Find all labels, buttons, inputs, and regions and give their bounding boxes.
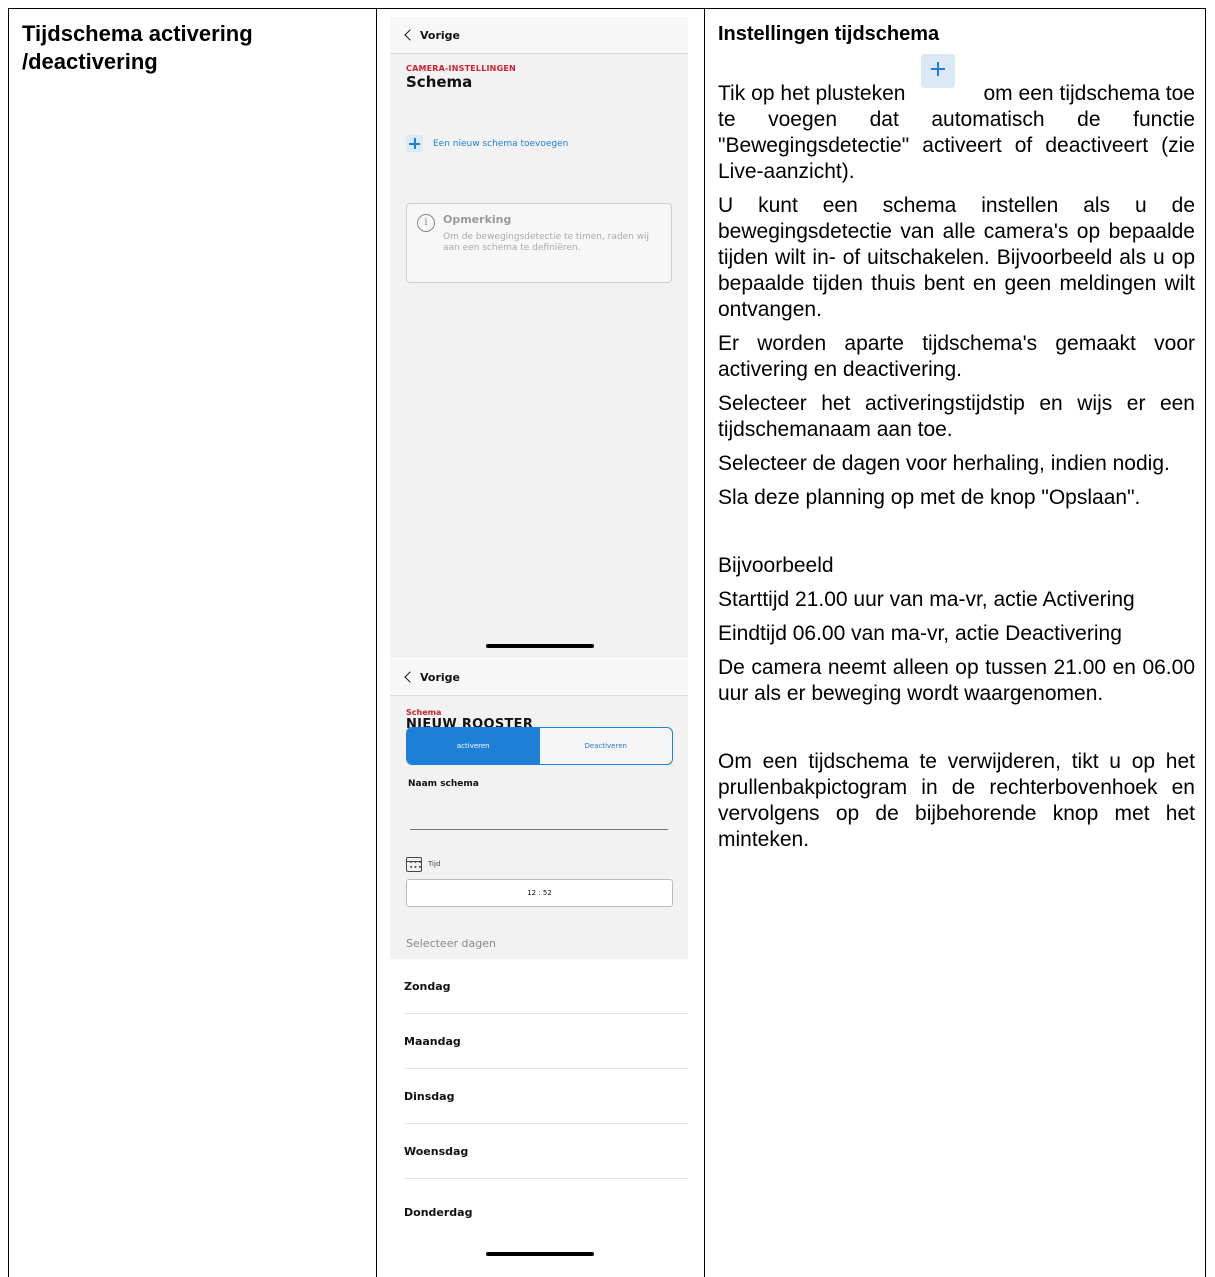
example-start: Starttijd 21.00 uur van ma-vr, actie Act…	[718, 588, 1135, 611]
paragraph-select-days: Selecteer de dagen voor herhaling, indie…	[718, 452, 1170, 475]
home-indicator	[486, 644, 594, 648]
calendar-icon	[406, 857, 422, 872]
add-schedule-label: Een nieuw schema toevoegen	[433, 138, 569, 149]
column-divider-left	[376, 8, 377, 1277]
day-item-sunday[interactable]: Zondag	[404, 959, 688, 1014]
plus-icon	[921, 54, 956, 88]
info-icon: i	[417, 214, 435, 232]
segment-deactivate[interactable]: Deactiveren	[540, 728, 673, 764]
note-text: Om de bewegingsdetectie te timen, raden …	[443, 232, 650, 253]
note-box: i Opmerking Om de bewegingsdetectie te t…	[406, 203, 672, 283]
chevron-left-icon	[404, 671, 416, 683]
paragraph-save: Sla deze planning op met de knop "Opslaa…	[718, 486, 1141, 509]
example-end: Eindtijd 06.00 van ma-vr, actie Deactive…	[718, 622, 1122, 645]
chevron-left-icon	[404, 29, 416, 41]
day-item-thursday[interactable]: Donderdag	[404, 1179, 688, 1219]
column-divider-right	[704, 8, 705, 1277]
back-button[interactable]: Vorige	[390, 17, 688, 54]
time-picker[interactable]: 12 : 52	[406, 879, 673, 907]
add-schedule-button[interactable]: Een nieuw schema toevoegen	[406, 135, 568, 152]
back-label: Vorige	[420, 670, 460, 684]
example-heading: Bijvoorbeeld	[718, 554, 834, 577]
paragraph-plus: Tik op het plusteken om een tijdschema to…	[718, 54, 1195, 185]
select-days-label: Selecteer dagen	[406, 937, 496, 950]
day-item-tuesday[interactable]: Dinsdag	[404, 1069, 688, 1124]
schedule-name-input[interactable]	[410, 829, 668, 830]
back-button[interactable]: Vorige	[390, 659, 688, 696]
section-label: CAMERA-INSTELLINGEN	[406, 64, 516, 73]
back-label: Vorige	[420, 28, 460, 42]
segment-activate[interactable]: activeren	[407, 728, 540, 764]
plus-instruction-start: Tik op het plusteken	[718, 82, 906, 105]
paragraph-schedule-use: U kunt een schema instellen als u de bew…	[718, 194, 1195, 321]
example-result: De camera neemt alleen op tussen 21.00 e…	[718, 656, 1195, 705]
home-indicator	[486, 1252, 594, 1256]
day-list: Zondag Maandag Dinsdag Woensdag Donderda…	[390, 959, 688, 1267]
row-title: Tijdschema activering /deactivering	[22, 21, 253, 74]
instructions-heading: Instellingen tijdschema	[718, 23, 940, 45]
section-label: Schema	[406, 708, 442, 717]
screen-title: Schema	[406, 73, 473, 91]
paragraph-separate-schedules: Er worden aparte tijdschema's gemaakt vo…	[718, 332, 1195, 381]
day-item-wednesday[interactable]: Woensdag	[404, 1124, 688, 1179]
day-item-monday[interactable]: Maandag	[404, 1014, 688, 1069]
activation-segmented-control: activeren Deactiveren	[406, 727, 673, 765]
new-schedule-screenshot: Vorige Schema NIEUW ROOSTER activeren De…	[390, 659, 688, 1267]
schedule-name-label: Naam schema	[408, 779, 479, 789]
schedule-list-screenshot: Vorige CAMERA-INSTELLINGEN Schema Een ni…	[390, 17, 688, 658]
plus-icon	[406, 135, 423, 152]
time-label: Tijd	[428, 860, 441, 868]
note-title: Opmerking	[443, 213, 512, 226]
paragraph-select-time: Selecteer het activeringstijdstip en wij…	[718, 392, 1195, 441]
instructions-column: Instellingen tijdschema Tik op het plust…	[718, 20, 1195, 861]
paragraph-delete: Om een tijdschema te verwijderen, tikt u…	[718, 750, 1195, 851]
